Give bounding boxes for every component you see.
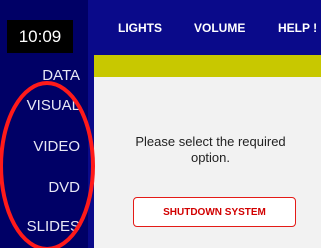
- sidebar-item-video[interactable]: VIDEO: [0, 132, 80, 162]
- control-panel-screen: 10:09 DATA VISUAL VIDEO DVD SLIDES LIGHT…: [0, 0, 321, 248]
- sidebar-item-dvd[interactable]: DVD: [0, 173, 80, 203]
- sidebar-item-slides[interactable]: SLIDES: [0, 212, 80, 242]
- top-navigation: LIGHTS VOLUME HELP !: [88, 0, 321, 52]
- volume-button[interactable]: VOLUME: [194, 21, 245, 35]
- clock-display: 10:09: [7, 20, 73, 53]
- header-accent-bar: [94, 55, 321, 77]
- sidebar-item-visual[interactable]: VISUAL: [0, 91, 80, 121]
- sidebar: 10:09 DATA VISUAL VIDEO DVD SLIDES: [0, 0, 88, 248]
- lights-button[interactable]: LIGHTS: [118, 21, 162, 35]
- instruction-message: Please select the required option.: [135, 134, 286, 165]
- help-button[interactable]: HELP !: [278, 21, 317, 35]
- sidebar-item-data[interactable]: DATA: [0, 61, 80, 91]
- shutdown-system-button[interactable]: SHUTDOWN SYSTEM: [133, 197, 296, 227]
